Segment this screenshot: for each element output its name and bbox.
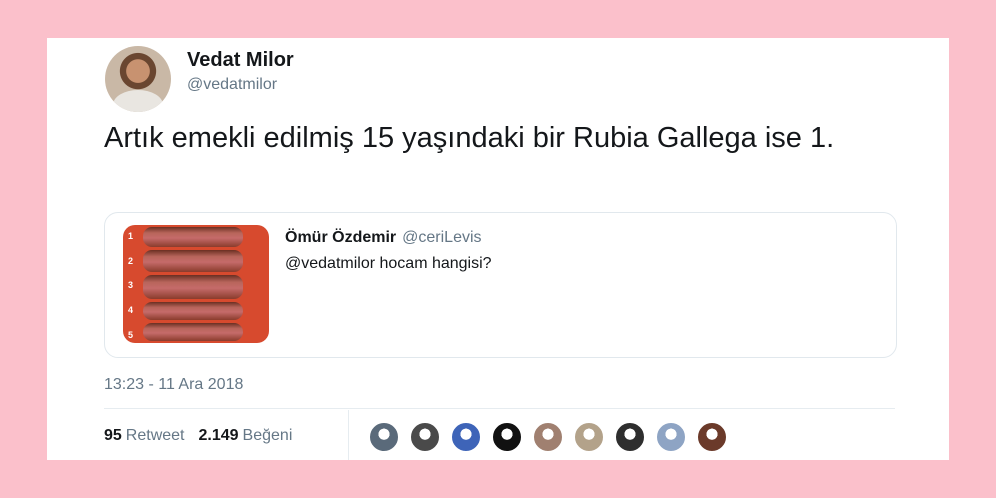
slice-number: 1	[128, 231, 134, 241]
steak-slice	[143, 302, 243, 320]
liker-avatar[interactable]	[574, 422, 604, 452]
tweet-card: Vedat Milor @vedatmilor Artık emekli edi…	[47, 38, 949, 460]
liker-avatar[interactable]	[410, 422, 440, 452]
slice-number: 3	[128, 280, 134, 290]
quoted-author-name: Ömür Özdemir	[285, 229, 397, 246]
like-count: 2.149	[198, 427, 239, 444]
slice-number: 4	[128, 305, 134, 315]
liker-avatar[interactable]	[369, 422, 399, 452]
quoted-author-handle: @ceriLevis	[402, 229, 482, 246]
author-avatar[interactable]	[105, 46, 171, 112]
author-handle[interactable]: @vedatmilor	[187, 76, 277, 94]
avatar-shirt	[113, 90, 163, 112]
liker-avatar[interactable]	[533, 422, 563, 452]
quoted-tweet[interactable]: 1 2 3 4 5 Ömür Özdemir @ceriLevis @vedatm…	[104, 212, 897, 358]
tweet-text: Artık emekli edilmiş 15 yaşındaki bir Ru…	[104, 122, 835, 154]
retweet-label: Retweet	[125, 427, 185, 444]
retweet-count: 95	[104, 427, 122, 444]
liker-avatar[interactable]	[451, 422, 481, 452]
stats-divider	[348, 410, 349, 460]
liker-avatar[interactable]	[697, 422, 727, 452]
tweet-timestamp[interactable]: 13:23 - 11 Ara 2018	[104, 376, 243, 394]
quoted-text: @vedatmilor hocam hangisi?	[285, 255, 492, 272]
liker-avatar[interactable]	[656, 422, 686, 452]
like-label: Beğeni	[242, 427, 293, 444]
liker-avatar[interactable]	[615, 422, 645, 452]
tweet-stats: 95 Retweet 2.149 Beğeni	[104, 427, 292, 445]
steak-slice	[143, 275, 243, 299]
quoted-author[interactable]: Ömür Özdemir @ceriLevis	[285, 229, 482, 247]
retweet-stat[interactable]: 95 Retweet	[104, 427, 185, 444]
batman-avatar[interactable]	[492, 422, 522, 452]
steak-photo[interactable]: 1 2 3 4 5	[123, 225, 269, 343]
author-name[interactable]: Vedat Milor	[187, 49, 294, 72]
steak-slice	[143, 227, 243, 247]
slice-number: 2	[128, 256, 134, 266]
steak-slice	[143, 323, 243, 341]
steak-slice	[143, 250, 243, 272]
divider	[104, 408, 895, 409]
slice-number: 5	[128, 330, 134, 340]
like-stat[interactable]: 2.149 Beğeni	[199, 427, 293, 444]
